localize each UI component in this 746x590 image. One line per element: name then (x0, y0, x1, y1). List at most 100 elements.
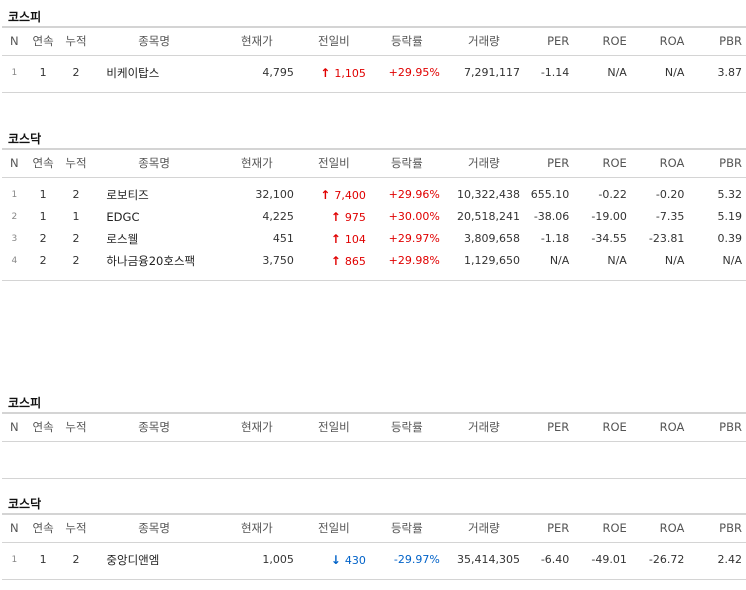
rank-cell: 2 (11, 211, 18, 222)
col-name-header[interactable]: 종목명 (92, 513, 216, 543)
col-pbr-header[interactable]: PBR (688, 513, 746, 543)
rank-cell: 1 (11, 189, 18, 200)
per-cell: -38.06 (533, 210, 570, 223)
pbr-cell: 3.87 (688, 61, 746, 93)
col-roa-header[interactable]: ROA (630, 26, 689, 56)
rank-cell: 1 (2, 61, 27, 93)
col-rate-header[interactable]: 등락률 (369, 148, 444, 178)
roa-cell: -23.81 (648, 232, 685, 245)
col-volume-header[interactable]: 거래량 (443, 513, 524, 543)
col-change-header[interactable]: 전일비 (297, 513, 370, 543)
col-per-header[interactable]: PER (523, 26, 574, 56)
table-row[interactable]: 4 2 2 하나금융20호스팩 3,750 ↑ 865 +29.98% 1,129,650 N/A… (2, 249, 746, 281)
col-n-header[interactable]: N (2, 513, 27, 543)
col-volume-header[interactable]: 거래량 (443, 148, 524, 178)
total-cell: 2 (59, 249, 93, 281)
col-total-header[interactable]: 누적 (59, 26, 93, 56)
price-cell: 1,005 (215, 548, 298, 580)
pbr-cell: 0.39 (717, 232, 743, 245)
col-total-header[interactable]: 누적 (59, 412, 93, 442)
table-row[interactable]: 2 1 1 EDGC 4,225 ↑ 975 +30.00% 20,518,241 -38.06 -… (2, 206, 746, 228)
stock-name[interactable]: 로스웰 (92, 228, 215, 250)
stock-name[interactable]: 하나금융20호스팩 (92, 249, 216, 281)
stock-name[interactable]: 중앙디앤엠 (92, 548, 216, 580)
table-row[interactable]: 1 1 2 중앙디앤엠 1,005 ↓ 430 -29.97% 35,414,305 -6.40-… (2, 548, 746, 580)
col-roe-header[interactable]: ROE (573, 513, 631, 543)
header-row: N 연속 누적 종목명 현재가 전일비 등락률 거래량 PER ROE ROA PBR (2, 26, 746, 56)
col-rate-header[interactable]: 등락률 (369, 412, 444, 442)
col-volume-header[interactable]: 거래량 (443, 412, 524, 442)
col-total-header[interactable]: 누적 (59, 148, 93, 178)
table-row[interactable]: 1 1 2 로보티즈 32,100 ↑ 7,400 +29.96% 10,322,438 655.… (2, 184, 746, 206)
streak-cell: 1 (26, 61, 60, 93)
change-cell: ↑ 865 (297, 249, 370, 281)
col-roe-header[interactable]: ROE (573, 412, 631, 442)
rank-cell: 1 (2, 548, 27, 580)
col-n-header[interactable]: N (2, 148, 27, 178)
col-price-header[interactable]: 현재가 (215, 513, 298, 543)
col-roa-header[interactable]: ROA (630, 148, 689, 178)
col-price-header[interactable]: 현재가 (215, 412, 298, 442)
col-streak-header[interactable]: 연속 (26, 513, 60, 543)
col-rate-header[interactable]: 등락률 (369, 26, 444, 56)
col-price-header[interactable]: 현재가 (215, 148, 298, 178)
col-pbr-header[interactable]: PBR (688, 412, 746, 442)
col-pbr-header[interactable]: PBR (688, 148, 746, 178)
col-price-header[interactable]: 현재가 (215, 26, 298, 56)
col-roe-header[interactable]: ROE (573, 26, 631, 56)
col-roe-header[interactable]: ROE (573, 148, 631, 178)
col-name-header[interactable]: 종목명 (92, 26, 216, 56)
roa-cell: -7.35 (655, 210, 685, 223)
col-total-header[interactable]: 누적 (59, 513, 93, 543)
col-n-header[interactable]: N (2, 412, 27, 442)
section-title: 코스피 (8, 396, 42, 410)
col-volume-header[interactable]: 거래량 (443, 26, 524, 56)
rate-cell: +29.97% (388, 232, 440, 245)
col-per-header[interactable]: PER (523, 412, 574, 442)
volume-cell: 7,291,117 (443, 61, 524, 93)
col-name-header[interactable]: 종목명 (92, 412, 216, 442)
change-value: 7,400 (334, 188, 366, 202)
price-cell: 4,225 (262, 210, 294, 223)
section-title: 코스닥 (8, 497, 42, 511)
col-change-header[interactable]: 전일비 (297, 26, 370, 56)
rate-cell: +29.95% (369, 61, 444, 93)
roa-cell: -0.20 (655, 188, 685, 201)
price-cell: 451 (272, 232, 294, 245)
col-pbr-header[interactable]: PBR (688, 26, 746, 56)
per-cell: -1.14 (523, 61, 574, 93)
table-row[interactable]: 3 2 2 로스웰 451 ↑ 104 +29.97% 3,809,658 -1.18 -34.55… (2, 228, 746, 250)
col-name-header[interactable]: 종목명 (92, 148, 216, 178)
arrow-up-icon: ↑ (330, 209, 341, 224)
arrow-up-icon: ↑ (330, 253, 341, 268)
col-n-header[interactable]: N (2, 26, 27, 56)
stock-name[interactable]: 로보티즈 (92, 184, 215, 206)
col-change-header[interactable]: 전일비 (297, 412, 370, 442)
col-rate-header[interactable]: 등락률 (369, 513, 444, 543)
col-change-header[interactable]: 전일비 (297, 148, 370, 178)
change-cell: ↑ 104 (298, 228, 370, 250)
rate-cell: -29.97% (369, 548, 444, 580)
stock-name[interactable]: 비케이탑스 (92, 61, 216, 93)
rate-cell: +30.00% (388, 210, 440, 223)
change-value: 430 (344, 553, 366, 567)
col-per-header[interactable]: PER (523, 148, 574, 178)
pbr-cell: 5.19 (717, 210, 743, 223)
change-value: 1,105 (334, 66, 366, 80)
rate-cell: +29.96% (388, 188, 440, 201)
change-cell: ↑ 975 (298, 206, 370, 228)
table-row[interactable]: 1 1 2 비케이탑스 4,795 ↑ 1,105 +29.95% 7,291,117 -1.14… (2, 61, 746, 93)
pbr-cell: 2.42 (688, 548, 746, 580)
per-cell: 655.10 (530, 188, 570, 201)
col-streak-header[interactable]: 연속 (26, 412, 60, 442)
col-roa-header[interactable]: ROA (630, 412, 689, 442)
total-cell: 1 (72, 210, 80, 223)
col-per-header[interactable]: PER (523, 513, 574, 543)
col-streak-header[interactable]: 연속 (26, 26, 60, 56)
roe-cell: -19.00 (591, 210, 627, 223)
col-streak-header[interactable]: 연속 (26, 148, 60, 178)
col-roa-header[interactable]: ROA (630, 513, 689, 543)
roe-cell: N/A (573, 61, 631, 93)
stock-name[interactable]: EDGC (92, 206, 215, 228)
price-cell: 32,100 (255, 188, 294, 201)
